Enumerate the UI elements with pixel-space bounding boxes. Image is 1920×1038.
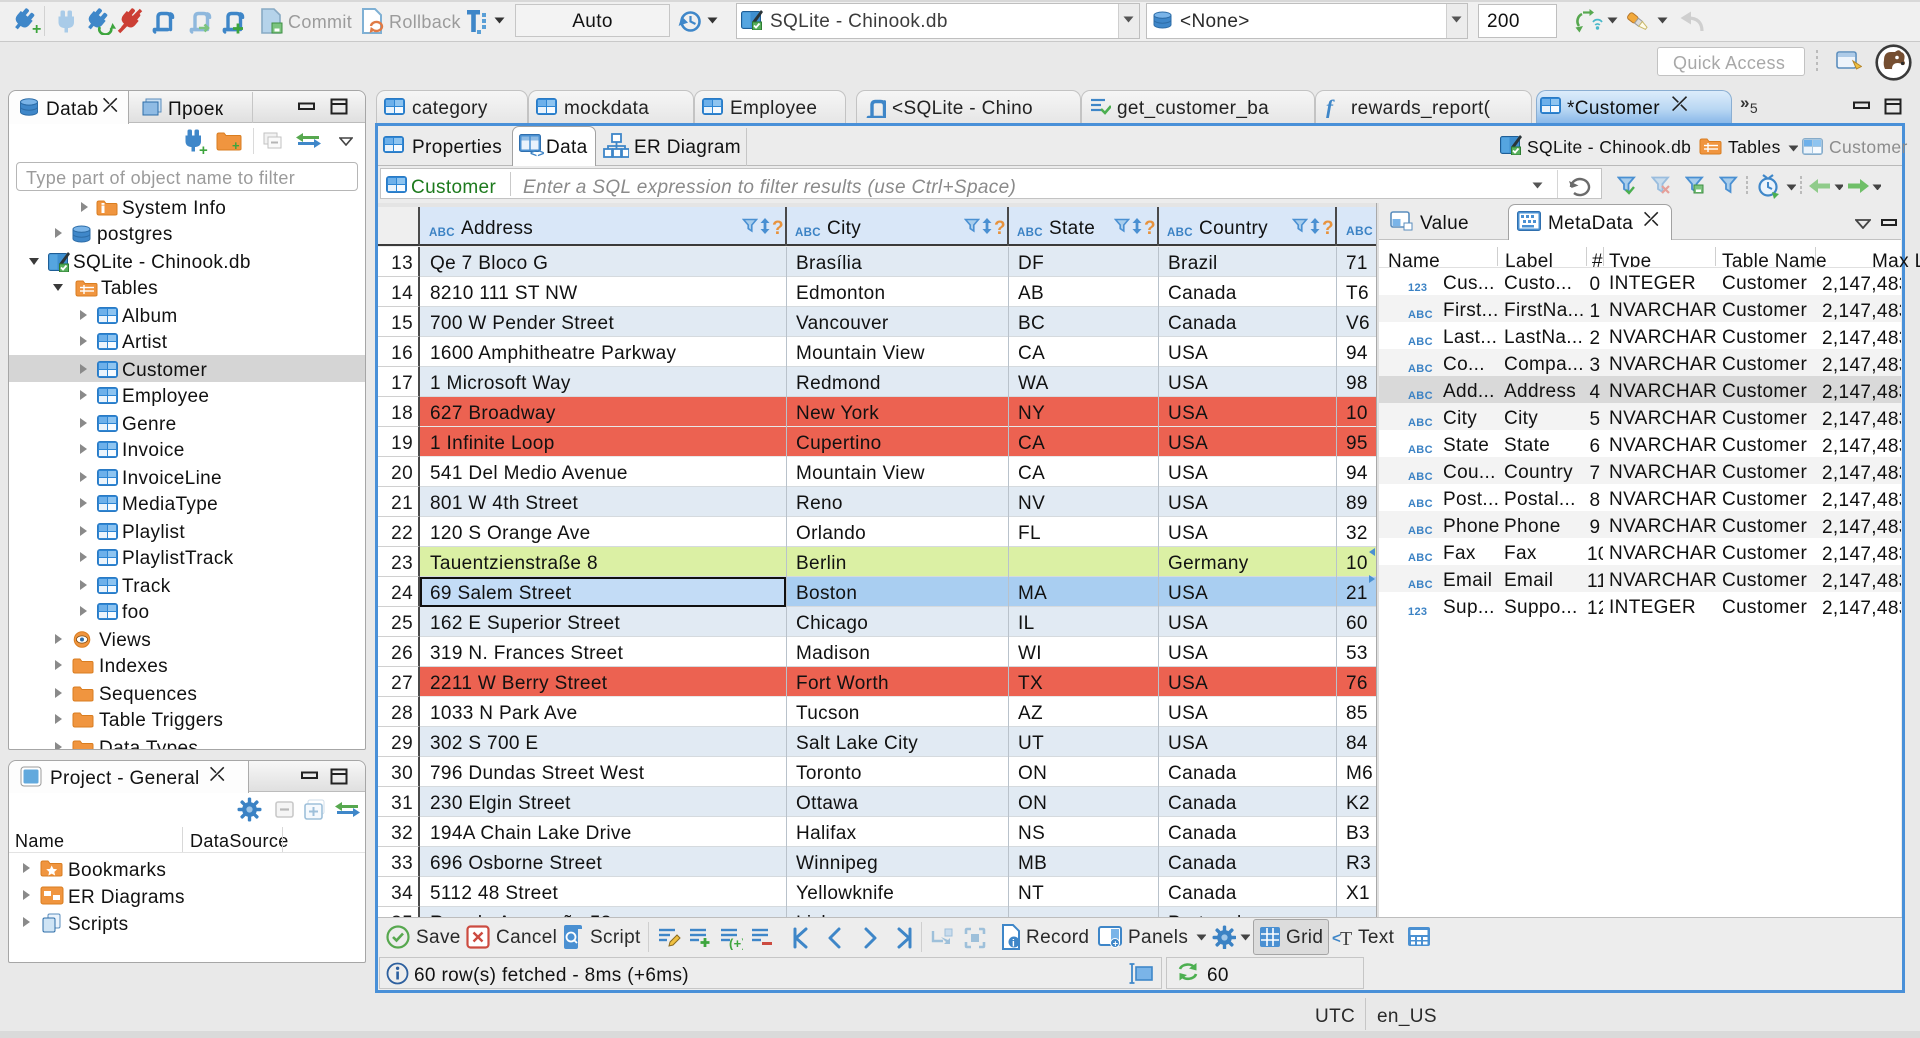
svg-text:T: T [1340, 928, 1353, 947]
svg-text:+: + [199, 142, 208, 155]
svg-text:+: + [232, 138, 240, 151]
svg-text:<>: <> [530, 146, 545, 158]
svg-text:i: i [1012, 939, 1015, 950]
svg-text:+: + [32, 21, 42, 35]
svg-text:(+): (+) [729, 936, 743, 950]
svg-text:f: f [1326, 96, 1335, 118]
svg-text:+: + [1113, 939, 1119, 949]
